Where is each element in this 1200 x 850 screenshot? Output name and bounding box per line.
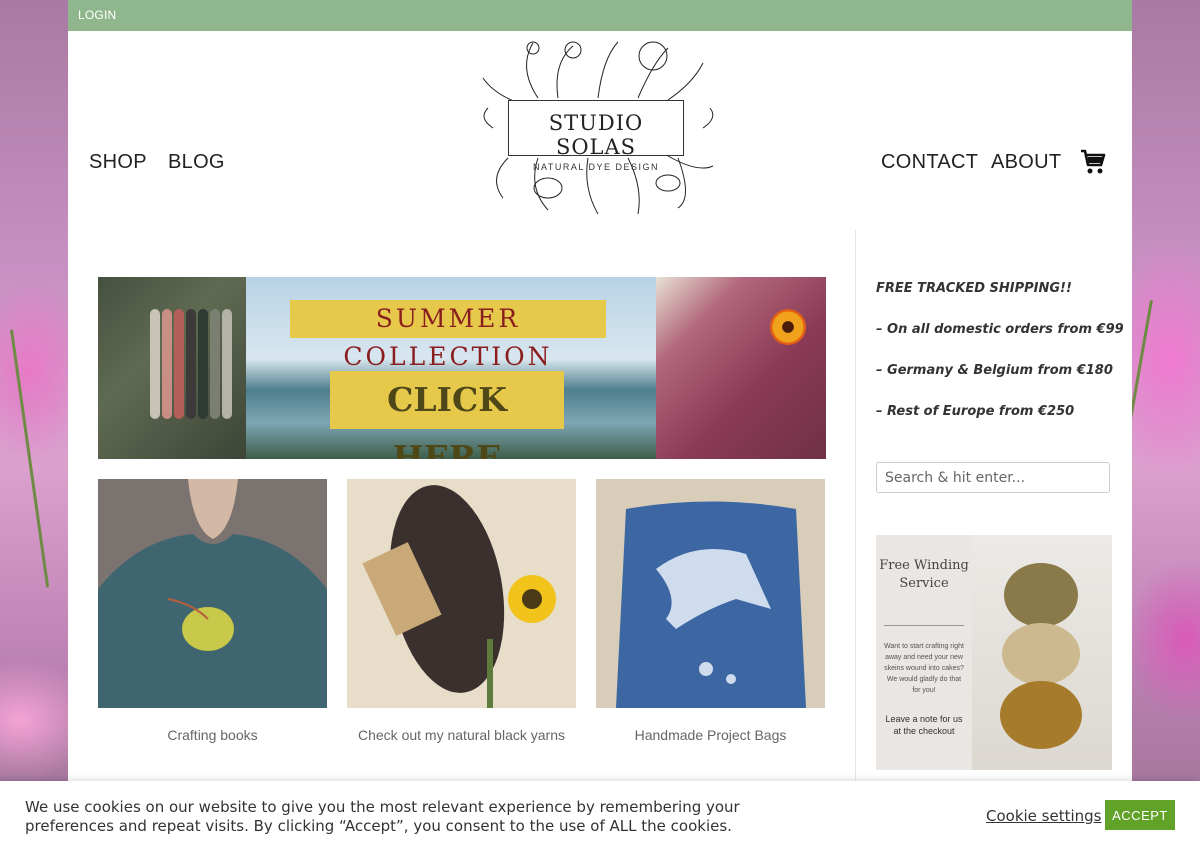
tile-crafting-books[interactable] — [98, 479, 327, 708]
shipping-title: FREE TRACKED SHIPPING!! — [876, 281, 1072, 296]
shipping-line-domestic: – On all domestic orders from €99 — [876, 322, 1124, 337]
logo-title: STUDIO SOLAS — [548, 111, 644, 159]
logo-wordmark: STUDIO SOLAS NATURAL DYE DESIGN — [508, 100, 684, 172]
project-bag-image — [596, 479, 825, 708]
promo-body: Want to start crafting right away and ne… — [884, 643, 964, 694]
project-bag-image — [656, 277, 826, 459]
banner-cta-button[interactable]: CLICK HERE — [330, 371, 564, 459]
nav-shop[interactable]: SHOP — [89, 151, 147, 174]
shipping-line-germany-belgium: – Germany & Belgium from €180 — [876, 363, 1113, 378]
tile-black-yarns[interactable] — [347, 479, 576, 708]
page-container: LOGIN SHOP BLOG CONTACT ABOUT STUDIO SOL… — [68, 0, 1132, 850]
accept-cookies-button[interactable]: ACCEPT — [1105, 800, 1175, 830]
top-bar: LOGIN — [68, 0, 1132, 31]
promo-heading: Free Winding Service — [879, 558, 969, 591]
sidebar-divider — [855, 230, 856, 790]
tile-project-bags[interactable] — [596, 479, 825, 708]
yarn-cakes-image — [972, 535, 1112, 770]
yarn-skeins-image — [98, 277, 246, 459]
promo-text-panel: Free Winding Service Want to start craft… — [876, 535, 972, 770]
nav-contact[interactable]: CONTACT — [881, 151, 978, 174]
nav-blog[interactable]: BLOG — [168, 151, 225, 174]
login-link[interactable]: LOGIN — [78, 8, 116, 22]
banner-title: SUMMER COLLECTION — [290, 300, 606, 371]
winding-service-promo[interactable]: Free Winding Service Want to start craft… — [876, 535, 1112, 770]
flower-icon — [770, 309, 806, 345]
search-input[interactable] — [876, 462, 1110, 493]
summer-collection-banner[interactable]: SUMMER COLLECTION CLICK HERE — [98, 277, 826, 459]
cart-icon[interactable] — [1080, 148, 1106, 176]
tile-label-black-yarns[interactable]: Check out my natural black yarns — [347, 727, 576, 743]
cookie-message: We use cookies on our website to give yo… — [25, 798, 740, 835]
logo-subtitle: NATURAL DYE DESIGN — [532, 162, 660, 172]
shipping-line-europe: – Rest of Europe from €250 — [876, 404, 1075, 419]
cookie-settings-link[interactable]: Cookie settings — [986, 807, 1102, 825]
promo-divider — [884, 625, 964, 626]
sweater-image — [98, 479, 327, 708]
tile-label-crafting-books[interactable]: Crafting books — [98, 727, 327, 743]
cookie-consent-bar: We use cookies on our website to give yo… — [0, 781, 1200, 850]
nav-about[interactable]: ABOUT — [991, 151, 1061, 174]
background-stem — [10, 329, 50, 588]
black-yarn-image — [347, 479, 576, 708]
site-logo[interactable]: STUDIO SOLAS NATURAL DYE DESIGN — [478, 38, 723, 218]
tile-label-project-bags[interactable]: Handmade Project Bags — [596, 727, 825, 743]
promo-note: Leave a note for us at the checkout — [885, 714, 963, 736]
